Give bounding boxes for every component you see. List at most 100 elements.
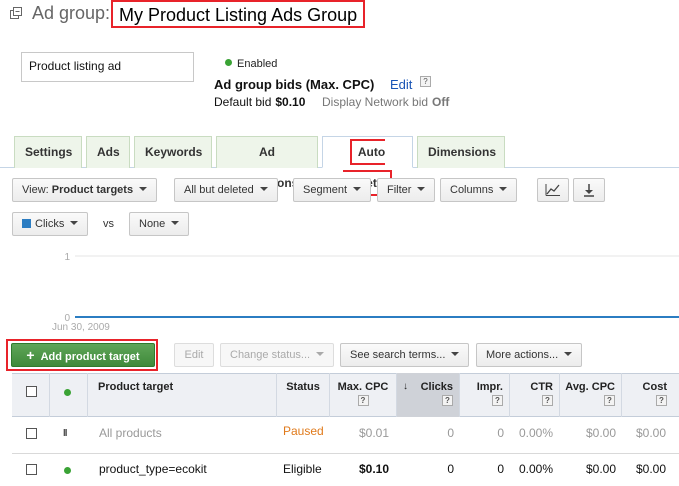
col-impr-label: Impr. — [476, 381, 503, 393]
help-glyph: ? — [656, 395, 667, 406]
row-checkbox[interactable] — [26, 464, 37, 475]
row-max-cpc[interactable]: $0.10 — [330, 462, 389, 476]
network-bid: Display Network bid Off — [322, 95, 449, 109]
tab-ads[interactable]: Ads — [86, 136, 130, 168]
table-row: product_type=ecokit Eligible $0.10 0 0 0… — [12, 454, 679, 486]
columns-dropdown[interactable]: Columns — [440, 178, 518, 202]
table-row: II All products Paused $0.01 0 0 0.00% $… — [12, 417, 679, 453]
bids-title: Ad group bids (Max. CPC) — [214, 77, 375, 92]
filter-label: Filter — [387, 184, 412, 196]
tab-auto-targets[interactable]: Auto targets — [322, 136, 413, 196]
edit-bid-link[interactable]: Edit — [390, 77, 412, 92]
select-all-checkbox[interactable] — [26, 386, 37, 397]
help-glyph: ? — [604, 395, 615, 406]
row-ctr: 0.00% — [518, 462, 553, 476]
vs-label: vs — [103, 218, 114, 230]
chevron-down-icon — [171, 221, 180, 225]
col-cost-label: Cost — [642, 381, 667, 393]
chevron-down-icon — [451, 352, 460, 356]
status-dot-icon — [64, 389, 71, 396]
help-glyph: ? — [492, 395, 503, 406]
collapse-icon[interactable] — [10, 7, 22, 19]
view-prefix: View: — [22, 184, 49, 196]
tab-keywords[interactable]: Keywords — [134, 136, 212, 168]
sort-desc-icon: ↓ — [403, 381, 408, 392]
page-title: My Product Listing Ads Group — [111, 0, 366, 28]
row-impr: 0 — [497, 426, 504, 440]
more-actions-label: More actions... — [486, 349, 559, 361]
tab-dimensions[interactable]: Dimensions — [417, 136, 505, 168]
col-status[interactable]: Status — [277, 373, 330, 417]
help-icon[interactable]: ? — [460, 394, 503, 406]
row-status[interactable]: Paused — [283, 424, 324, 438]
deleted-filter-label: All but deleted — [184, 184, 254, 196]
row-ctr: 0.00% — [518, 426, 553, 440]
help-icon[interactable]: ? — [330, 394, 396, 406]
more-actions-dropdown[interactable]: More actions... — [476, 343, 583, 367]
chevron-down-icon — [417, 187, 426, 191]
change-status-dropdown[interactable]: Change status... — [220, 343, 335, 367]
tab-ad-extensions[interactable]: Ad extensions — [216, 136, 318, 190]
pause-icon[interactable]: II — [63, 428, 67, 439]
col-product-target[interactable]: Product target — [88, 373, 277, 417]
ad-preview-box[interactable]: Product listing ad — [21, 52, 194, 82]
col-ctr[interactable]: CTR ? — [510, 373, 560, 417]
view-dropdown[interactable]: View: Product targets — [12, 178, 158, 202]
tab-settings[interactable]: Settings — [14, 136, 82, 168]
deleted-filter-dropdown[interactable]: All but deleted — [174, 178, 278, 202]
chevron-down-icon — [353, 187, 362, 191]
segment-label: Segment — [303, 184, 348, 196]
col-impr[interactable]: Impr. ? — [460, 373, 510, 417]
row-clicks: 0 — [447, 426, 454, 440]
help-icon[interactable]: ? — [510, 394, 553, 406]
help-icon[interactable]: ? — [420, 76, 431, 87]
add-product-target-label: Add product target — [40, 351, 140, 363]
download-button[interactable] — [573, 178, 605, 202]
y-tick-label: 1 — [64, 252, 70, 263]
status-dot-header — [50, 373, 88, 417]
default-bid: Default bid $0.10 — [214, 95, 305, 109]
chevron-down-icon — [499, 187, 508, 191]
row-status[interactable]: Eligible — [283, 462, 322, 476]
download-icon — [584, 184, 594, 197]
row-cost: $0.00 — [635, 426, 666, 440]
chart-toggle-button[interactable] — [537, 178, 569, 202]
status-text: Enabled — [237, 58, 278, 70]
edit-button[interactable]: Edit — [174, 343, 214, 367]
line-chart-icon — [545, 184, 560, 196]
add-product-target-button[interactable]: + Add product target — [11, 343, 155, 367]
see-search-terms-dropdown[interactable]: See search terms... — [340, 343, 470, 367]
col-clicks-label: Clicks — [420, 381, 453, 393]
metric-secondary-dropdown[interactable]: None — [129, 212, 190, 236]
enabled-dot-icon[interactable] — [64, 467, 71, 474]
product-target-name[interactable]: product_type=ecokit — [99, 462, 207, 476]
x-tick-label: Jun 30, 2009 — [52, 322, 110, 333]
default-bid-label: Default bid — [214, 95, 272, 109]
col-max-cpc[interactable]: Max. CPC ? — [330, 373, 397, 417]
status-indicator: Enabled — [225, 58, 277, 70]
chevron-down-icon — [316, 352, 325, 356]
segment-dropdown[interactable]: Segment — [293, 178, 372, 202]
row-max-cpc[interactable]: $0.01 — [330, 426, 389, 440]
help-icon[interactable]: ? — [622, 394, 667, 406]
col-cost[interactable]: Cost ? — [622, 373, 679, 417]
chevron-down-icon — [139, 187, 148, 191]
help-icon[interactable]: ? — [560, 394, 615, 406]
network-bid-value: Off — [432, 95, 450, 109]
row-avg-cpc: $0.00 — [585, 426, 616, 440]
col-clicks[interactable]: ↓ Clicks ? — [397, 373, 460, 417]
help-glyph: ? — [357, 395, 369, 406]
col-avg-cpc[interactable]: Avg. CPC ? — [560, 373, 622, 417]
help-icon[interactable]: ? — [397, 394, 453, 406]
row-checkbox[interactable] — [26, 428, 37, 439]
col-ctr-label: CTR — [530, 381, 553, 393]
row-impr: 0 — [497, 462, 504, 476]
view-value: Product targets — [51, 184, 134, 196]
metric-primary-dropdown[interactable]: Clicks — [12, 212, 89, 236]
filter-dropdown[interactable]: Filter — [377, 178, 436, 202]
col-avg-cpc-label: Avg. CPC — [565, 381, 615, 393]
network-bid-label: Display Network bid — [322, 95, 429, 109]
product-target-name[interactable]: All products — [99, 426, 162, 440]
enabled-dot-icon — [225, 59, 232, 66]
help-glyph: ? — [542, 395, 553, 406]
